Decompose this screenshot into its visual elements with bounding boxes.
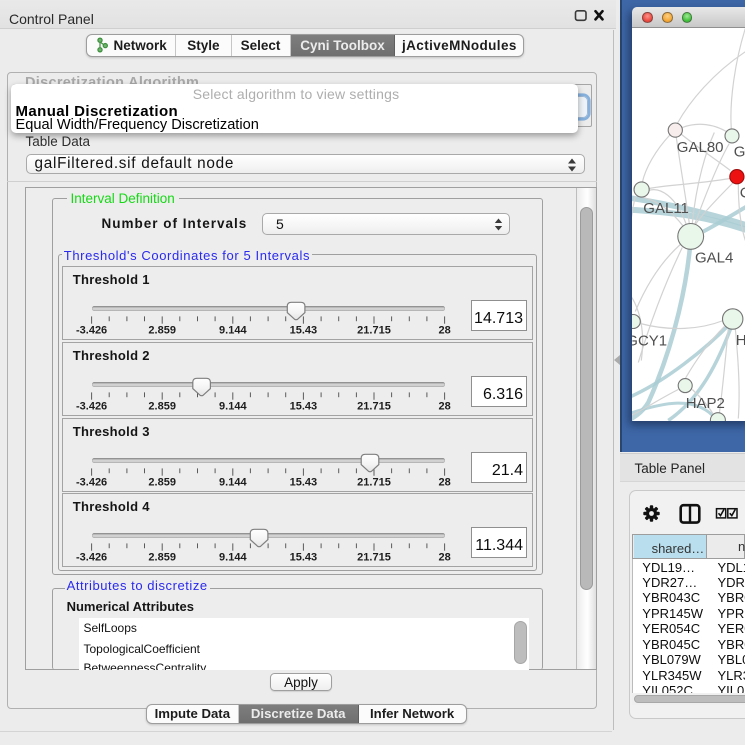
svg-text:CD: CD [739,184,745,201]
svg-text:-3.426: -3.426 [76,325,107,337]
svg-text:9.144: 9.144 [219,401,247,413]
svg-text:21.715: 21.715 [358,401,392,413]
svg-text:28: 28 [439,401,451,413]
svg-text:2.859: 2.859 [149,552,177,564]
svg-text:2.859: 2.859 [149,477,177,489]
svg-text:HAP2: HAP2 [685,395,724,412]
svg-text:15.43: 15.43 [290,477,318,489]
svg-text:GAL4: GAL4 [695,249,733,266]
svg-text:9.144: 9.144 [219,552,247,564]
svg-text:2.859: 2.859 [149,325,177,337]
svg-text:15.43: 15.43 [290,401,318,413]
svg-text:GA: GA [733,143,745,160]
svg-text:-3.426: -3.426 [76,477,107,489]
svg-text:28: 28 [439,477,451,489]
svg-text:-3.426: -3.426 [76,401,107,413]
svg-text:GAL11: GAL11 [643,200,689,217]
svg-text:21.715: 21.715 [358,477,392,489]
svg-text:21.715: 21.715 [358,325,392,337]
svg-text:28: 28 [439,552,451,564]
svg-text:H: H [735,332,745,349]
svg-text:15.43: 15.43 [290,552,318,564]
svg-text:15.43: 15.43 [290,325,318,337]
svg-text:9.144: 9.144 [219,325,247,337]
svg-text:GCY1: GCY1 [632,332,667,349]
svg-text:9.144: 9.144 [219,477,247,489]
svg-text:28: 28 [439,325,451,337]
svg-text:21.715: 21.715 [358,552,392,564]
svg-text:2.859: 2.859 [149,401,177,413]
svg-text:GAL80: GAL80 [676,139,723,156]
svg-text:-3.426: -3.426 [76,552,107,564]
